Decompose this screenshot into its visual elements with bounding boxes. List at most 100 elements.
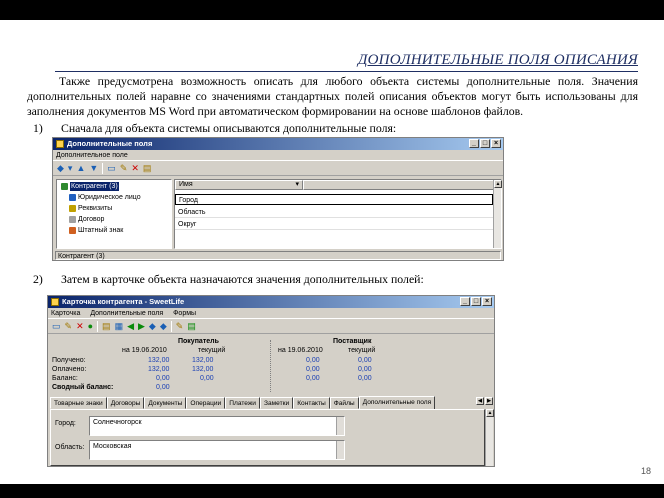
window1-menubar: Дополнительное поле <box>53 150 503 161</box>
page-number: 18 <box>641 466 652 476</box>
folder-icon <box>69 194 76 201</box>
menu-card[interactable]: Карточка <box>51 308 80 318</box>
column-divider <box>270 340 271 392</box>
step-1-text: Сначала для объекта системы описываются … <box>61 121 397 135</box>
scroll-up-icon[interactable]: ▲ <box>494 180 502 188</box>
arrow-left-icon[interactable]: ◆ <box>149 321 156 331</box>
card-tabs: Товарные знаки Договоры Документы Операц… <box>50 396 436 409</box>
dropdown-arrow-icon[interactable]: ▾ <box>68 163 73 173</box>
title-rule <box>55 71 638 72</box>
tab-operations[interactable]: Операции <box>186 397 226 409</box>
step-2: 2) Затем в карточке объекта назначаются з… <box>33 272 424 287</box>
top-black-bar <box>0 0 664 20</box>
grid-header-blank <box>303 180 501 190</box>
folder-icon <box>69 205 76 212</box>
toolbar-separator <box>102 162 104 174</box>
grid-row[interactable]: Округ <box>175 219 493 230</box>
tree-item-legal-entity[interactable]: Юридическое лицо <box>69 193 141 202</box>
page-title: ДОПОЛНИТЕЛЬНЫЕ ПОЛЯ ОПИСАНИЯ <box>357 52 638 68</box>
maximize-button[interactable]: □ <box>480 139 490 148</box>
city-value: Солнечногорск <box>93 419 142 426</box>
maximize-button[interactable]: □ <box>471 297 481 306</box>
tab-contacts[interactable]: Контакты <box>293 397 330 409</box>
additional-fields-panel: Город: Солнечногорск Область: Московская <box>50 409 485 466</box>
arrow-right-icon[interactable]: ◆ <box>160 321 167 331</box>
folder-icon <box>69 227 76 234</box>
scroll-up-icon[interactable]: ▲ <box>486 409 494 417</box>
intro-paragraph: Также предусмотрена возможность описать … <box>27 74 638 118</box>
counterparty-card-window: Карточка контрагента - SweetLife _ □ × К… <box>47 295 495 467</box>
card-icon[interactable]: ▤ <box>102 321 111 331</box>
additional-fields-window: Дополнительные поля _ □ × Дополнительное… <box>52 137 504 261</box>
minimize-button[interactable]: _ <box>469 139 479 148</box>
sort-dropdown-icon[interactable]: ▾ <box>295 181 299 189</box>
new-document-icon[interactable]: ▭ <box>52 321 61 331</box>
window1-titlebar: Дополнительные поля _ □ × <box>53 138 503 150</box>
buyer-value: 132,00 <box>192 366 214 373</box>
delete-icon[interactable]: ✕ <box>76 321 84 331</box>
row-label: Оплачено: <box>52 366 87 373</box>
region-value: Московская <box>93 443 132 450</box>
list-icon[interactable]: ▦ <box>115 321 124 331</box>
grid-scrollbar[interactable]: ▲ <box>493 180 502 248</box>
tree-item-requisites[interactable]: Реквизиты <box>69 204 112 213</box>
move-down-icon[interactable]: ▼ <box>89 163 98 173</box>
tab-documents[interactable]: Документы <box>144 397 187 409</box>
pin-icon[interactable]: ● <box>88 321 93 331</box>
properties-icon[interactable]: ▤ <box>143 163 152 173</box>
supplier-value: 0,00 <box>306 375 320 382</box>
step-1: 1) Сначала для объекта системы описываютс… <box>33 121 396 136</box>
supplier-value: 0,00 <box>358 366 372 373</box>
grid-row[interactable]: Город <box>175 194 493 205</box>
tab-trademarks[interactable]: Товарные знаки <box>50 397 107 409</box>
menu-additional-field[interactable]: Дополнительное поле <box>56 150 128 160</box>
back-arrow-icon[interactable]: ◀ <box>127 321 134 331</box>
buyer-header: Покупатель <box>178 338 219 345</box>
menu-additional-fields[interactable]: Дополнительные поля <box>90 308 163 318</box>
panel-scrollbar[interactable]: ▲ <box>485 409 494 466</box>
tree-item-contract[interactable]: Договор <box>69 215 104 224</box>
window1-title: Дополнительные поля <box>67 139 153 148</box>
new-document-icon[interactable]: ▭ <box>107 163 116 173</box>
field-scrollbar[interactable] <box>336 417 344 435</box>
tab-payments[interactable]: Платежи <box>225 397 260 409</box>
row-label: Получено: <box>52 357 86 364</box>
tree-item-counterparty[interactable]: Контрагент (3) <box>61 182 119 191</box>
row-label: Баланс: <box>52 375 78 382</box>
edit-icon[interactable]: ✎ <box>120 163 128 173</box>
window2-titlebar: Карточка контрагента - SweetLife _ □ × <box>48 296 494 308</box>
print-icon[interactable]: ✎ <box>176 321 184 331</box>
close-button[interactable]: × <box>491 139 501 148</box>
window2-toolbar: ▭ ✎ ✕ ● ▤ ▦ ◀ ▶ ◆ ◆ ✎ ▤ <box>48 319 494 334</box>
tab-scroll-left-icon[interactable]: ◀ <box>476 397 484 405</box>
tree-item-trademark[interactable]: Штатный знак <box>69 226 123 235</box>
tab-notes[interactable]: Заметки <box>259 397 294 409</box>
buyer-value: 132,00 <box>192 357 214 364</box>
menu-forms[interactable]: Формы <box>173 308 196 318</box>
delete-icon[interactable]: ✕ <box>131 163 139 173</box>
supplier-value: 0,00 <box>358 357 372 364</box>
export-icon[interactable]: ▤ <box>187 321 196 331</box>
back-arrow-icon[interactable]: ◆ <box>57 163 64 173</box>
grid-row[interactable]: Область <box>175 207 493 218</box>
tab-scroll: ◀ ▶ <box>476 397 493 405</box>
window2-title: Карточка контрагента - SweetLife <box>62 297 185 306</box>
edit-icon[interactable]: ✎ <box>65 321 73 331</box>
tab-files[interactable]: Файлы <box>329 397 359 409</box>
grid-header-name[interactable]: Имя ▾ <box>175 180 303 190</box>
city-field[interactable]: Солнечногорск <box>89 416 345 436</box>
move-up-icon[interactable]: ▲ <box>76 163 85 173</box>
folder-icon <box>69 216 76 223</box>
tab-contracts[interactable]: Договоры <box>106 397 145 409</box>
supplier-header: Поставщик <box>333 338 372 345</box>
region-field[interactable]: Московская <box>89 440 345 460</box>
balance-summary: Покупатель на 19.06.2010 текущий Поставщ… <box>48 338 494 396</box>
field-scrollbar[interactable] <box>336 441 344 459</box>
row-label: Сводный баланс: <box>52 384 114 391</box>
minimize-button[interactable]: _ <box>460 297 470 306</box>
close-button[interactable]: × <box>482 297 492 306</box>
supplier-current-col: текущий <box>348 347 376 354</box>
forward-arrow-icon[interactable]: ▶ <box>138 321 145 331</box>
tab-additional-fields[interactable]: Дополнительные поля <box>358 396 436 409</box>
tab-scroll-right-icon[interactable]: ▶ <box>485 397 493 405</box>
